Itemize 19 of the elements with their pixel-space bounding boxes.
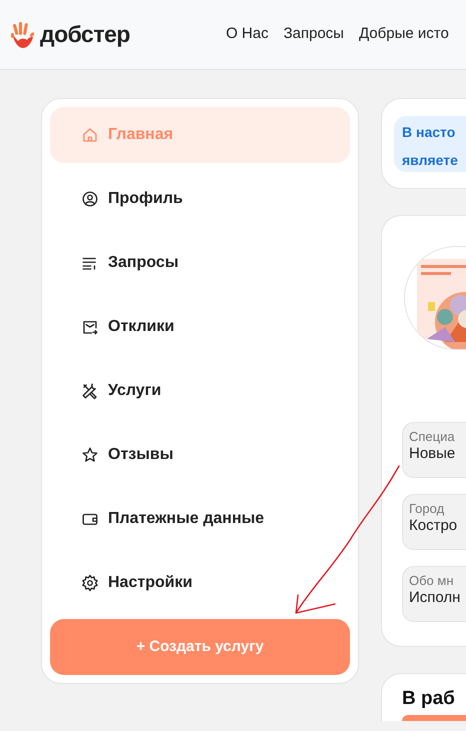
nav-link[interactable]: О Нас [226, 23, 268, 46]
sidebar-item[interactable]: Платежные данные [50, 491, 350, 547]
field-value: Костро [409, 516, 458, 535]
sidebar-item[interactable]: Настройки [50, 555, 350, 611]
nav-link[interactable]: Запросы [283, 23, 344, 46]
field-value: Исполн [409, 588, 462, 607]
field-label: Специа [409, 429, 456, 445]
notice-text: В насто являете [394, 116, 466, 172]
sidebar-item[interactable]: Услуги [50, 363, 350, 419]
field-label: Город [409, 501, 446, 517]
sidebar-item[interactable]: Профиль [50, 171, 350, 227]
logo-text: добстер [40, 20, 130, 50]
sidebar-item[interactable]: Отзывы [50, 427, 350, 483]
sidebar-item[interactable]: Отклики [50, 299, 350, 355]
section-title: В раб [402, 688, 456, 711]
nav-link[interactable]: Добрые исто [358, 23, 449, 46]
sidebar-item[interactable]: Запросы [50, 235, 350, 291]
field-label: Обо мн [409, 573, 455, 589]
field-value: Новые [409, 444, 456, 463]
